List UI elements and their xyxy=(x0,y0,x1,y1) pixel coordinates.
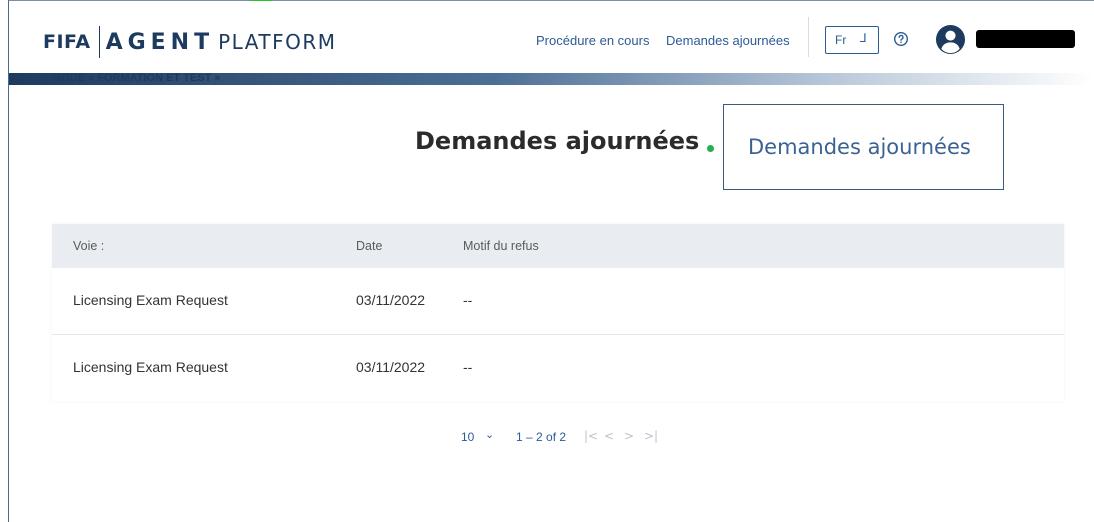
title-callout-text: Demandes ajournées xyxy=(748,135,971,159)
logo-platform-text: PLATFORM xyxy=(218,30,337,54)
header-separator xyxy=(808,17,809,57)
page-size-select[interactable]: 10 xyxy=(461,430,474,444)
next-page-icon[interactable]: > xyxy=(624,429,634,443)
deferred-requests-table: Voie : Date Motif du refus Licensing Exa… xyxy=(52,224,1064,401)
table-row[interactable]: Licensing Exam Request 03/11/2022 -- xyxy=(52,335,1064,401)
nav-procedure-en-cours[interactable]: Procédure en cours xyxy=(536,33,649,48)
column-header-voie[interactable]: Voie : xyxy=(73,239,104,253)
cell-voie: Licensing Exam Request xyxy=(73,292,228,308)
language-select[interactable]: Fr ⅃ xyxy=(825,26,879,54)
cell-voie: Licensing Exam Request xyxy=(73,359,228,375)
language-value: Fr xyxy=(835,33,847,47)
last-page-icon[interactable]: >| xyxy=(644,429,658,443)
language-select-icon: ⅃ xyxy=(860,31,867,45)
chevron-down-icon[interactable]: ⌄ xyxy=(485,428,494,441)
agent-platform-logo[interactable]: FIFA AGENT PLATFORM xyxy=(43,25,337,59)
logo-agent-text: AGENT xyxy=(105,29,215,55)
column-header-motif[interactable]: Motif du refus xyxy=(463,239,539,253)
previous-page-icon[interactable]: < xyxy=(604,429,614,443)
user-avatar-icon[interactable] xyxy=(935,24,966,55)
title-callout: Demandes ajournées xyxy=(723,104,1004,190)
nav-demandes-ajournees[interactable]: Demandes ajournées xyxy=(666,33,790,48)
logo-fifa-text: FIFA xyxy=(43,31,91,53)
title-status-dot xyxy=(707,145,714,152)
pagination-range: 1 – 2 of 2 xyxy=(516,430,567,444)
page-title: Demandes ajournées xyxy=(415,127,700,155)
table-row[interactable]: Licensing Exam Request 03/11/2022 -- xyxy=(52,268,1064,335)
logo-divider xyxy=(98,26,100,58)
mode-banner-text: MODE « FORMATION ET TEST » xyxy=(52,72,221,84)
first-page-icon[interactable]: |< xyxy=(584,429,598,443)
cell-date: 03/11/2022 xyxy=(356,292,426,308)
mode-banner: MODE « FORMATION ET TEST » xyxy=(9,72,1094,85)
cell-motif: -- xyxy=(463,292,473,308)
cell-date: 03/11/2022 xyxy=(356,359,426,375)
help-circle-icon[interactable] xyxy=(893,31,909,47)
column-header-date[interactable]: Date xyxy=(356,239,382,253)
cell-motif: -- xyxy=(463,359,473,375)
table-header: Voie : Date Motif du refus xyxy=(52,224,1064,268)
username-redacted[interactable] xyxy=(976,30,1075,48)
